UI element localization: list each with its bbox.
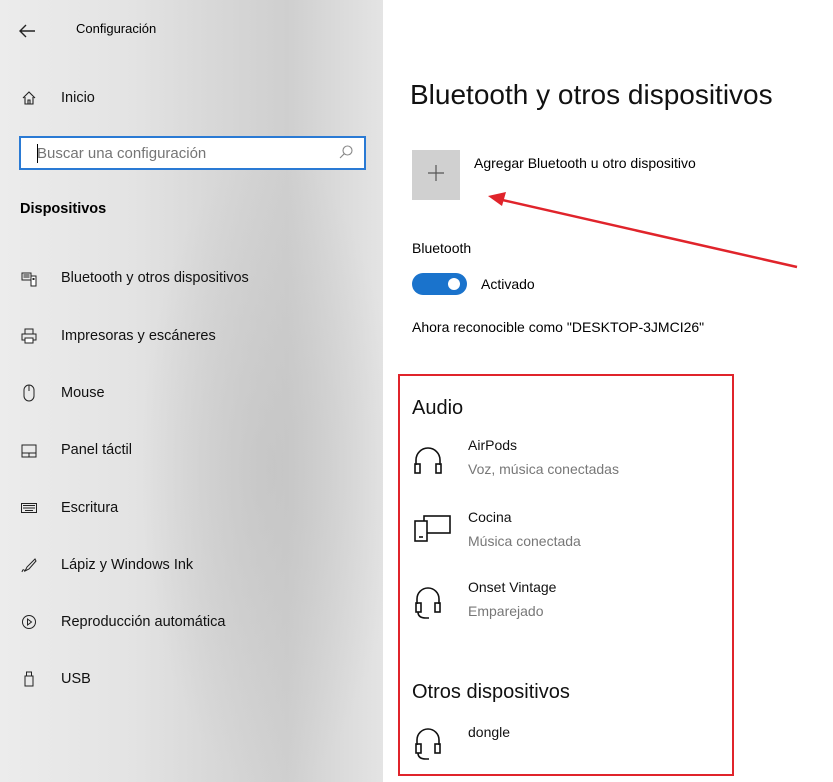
usb-icon	[20, 670, 38, 688]
device-name[interactable]: AirPods	[468, 437, 517, 453]
device-name[interactable]: Onset Vintage	[468, 579, 556, 595]
back-arrow-icon[interactable]	[18, 18, 44, 44]
bluetooth-toggle[interactable]	[412, 273, 467, 295]
bluetooth-devices-icon	[20, 270, 38, 288]
sidebar-item-typing[interactable]: Escritura	[61, 500, 118, 516]
search-box[interactable]	[19, 136, 366, 170]
pen-icon	[20, 556, 38, 574]
toggle-knob	[448, 278, 460, 290]
headphones-icon	[412, 445, 444, 480]
text-caret	[37, 144, 38, 163]
toggle-state-label: Activado	[481, 276, 535, 292]
sidebar-item-touchpad[interactable]: Panel táctil	[61, 442, 132, 458]
touchpad-icon	[20, 442, 38, 460]
sidebar-item-mouse[interactable]: Mouse	[61, 385, 105, 401]
home-link[interactable]: Inicio	[61, 90, 95, 106]
printer-icon	[20, 327, 38, 345]
annotation-arrow	[488, 192, 798, 269]
device-status: Música conectada	[468, 533, 581, 549]
sidebar-item-bluetooth[interactable]: Bluetooth y otros dispositivos	[61, 270, 249, 286]
page-title: Bluetooth y otros dispositivos	[410, 79, 773, 110]
section-heading: Dispositivos	[20, 201, 107, 217]
sidebar-item-pen[interactable]: Lápiz y Windows Ink	[61, 557, 193, 573]
autoplay-icon	[20, 613, 38, 631]
headset-icon	[412, 725, 444, 766]
bluetooth-label: Bluetooth	[412, 240, 472, 256]
sidebar-item-autoplay[interactable]: Reproducción automática	[61, 614, 225, 630]
search-icon[interactable]	[338, 144, 354, 165]
plus-icon	[427, 164, 445, 187]
device-status: Emparejado	[468, 603, 544, 619]
sidebar: Configuración Inicio Dispositivos Blueto…	[0, 0, 383, 782]
annotation-highlight-box	[398, 374, 734, 776]
home-icon	[20, 89, 38, 107]
keyboard-icon	[20, 499, 38, 517]
audio-section-title: Audio	[412, 397, 464, 419]
speaker-device-icon	[412, 511, 452, 548]
sidebar-item-usb[interactable]: USB	[61, 671, 91, 687]
window-title: Configuración	[76, 21, 157, 36]
search-input[interactable]	[21, 138, 311, 168]
device-status: Voz, música conectadas	[468, 461, 619, 477]
add-device-button[interactable]	[412, 150, 460, 200]
other-devices-section-title: Otros dispositivos	[412, 681, 570, 703]
add-device-label[interactable]: Agregar Bluetooth u otro dispositivo	[474, 155, 696, 171]
headset-icon	[412, 584, 444, 625]
device-name[interactable]: Cocina	[468, 509, 512, 525]
device-name[interactable]: dongle	[468, 724, 510, 740]
mouse-icon	[20, 384, 38, 402]
sidebar-item-printers[interactable]: Impresoras y escáneres	[61, 328, 216, 344]
discoverable-text: Ahora reconocible como "DESKTOP-3JMCI26"	[412, 319, 705, 335]
